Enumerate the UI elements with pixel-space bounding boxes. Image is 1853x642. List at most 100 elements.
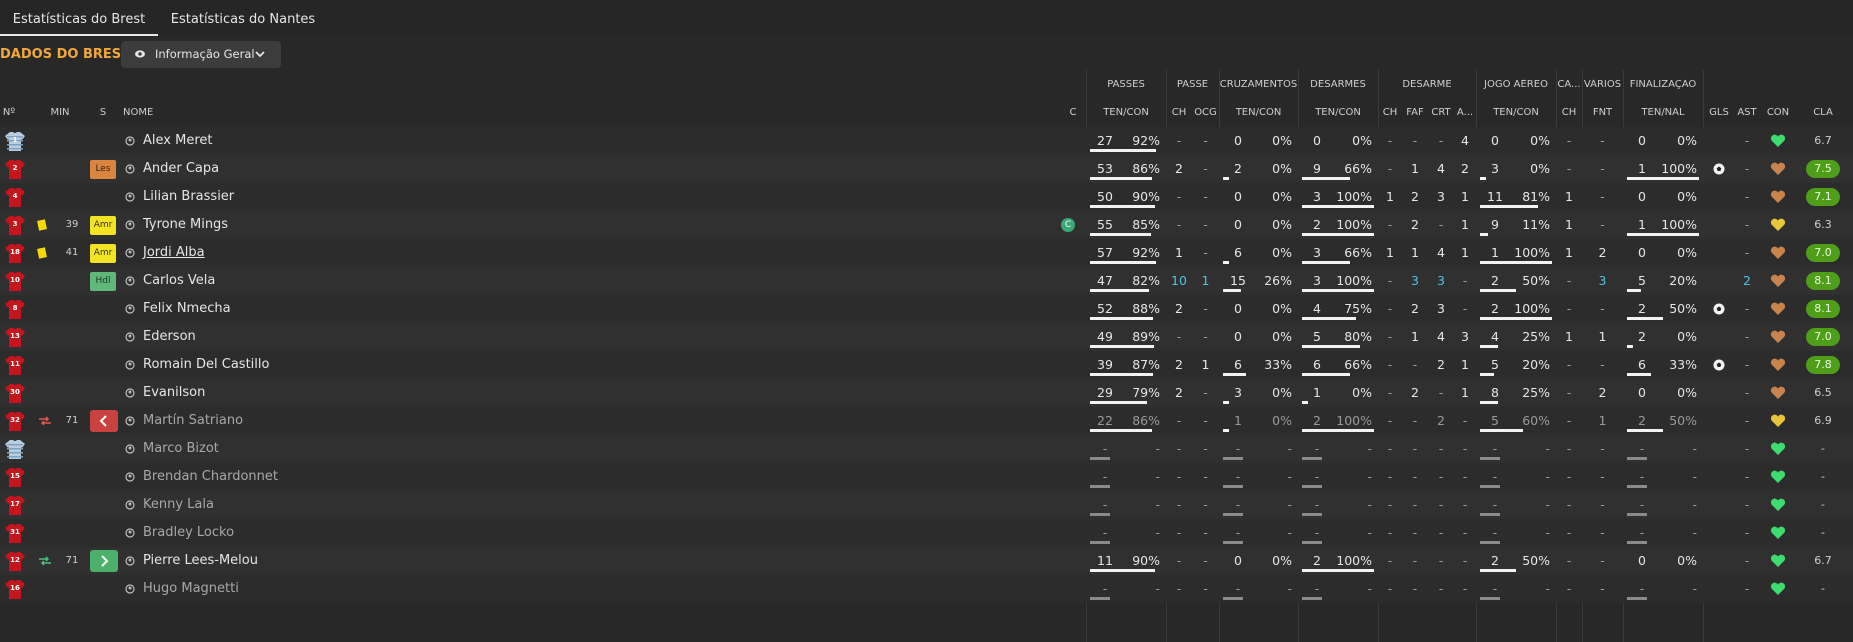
table-row[interactable]: 30 Evanilson 29 79% 3 0% 1 0% 8 25% 0 0% 2 - - 2 - 1 - 2 - 6.… xyxy=(0,379,1853,407)
stat-passes: 52 88% xyxy=(1086,295,1166,323)
table-row[interactable]: 8 Felix Nmecha 52 88% 0 0% 4 75% 2 100% 2 50% 2 - - 2 3 -… xyxy=(0,295,1853,323)
col-header-des-crt[interactable]: CRT xyxy=(1428,107,1454,118)
tab-brest-stats[interactable]: Estatísticas do Brest xyxy=(0,0,158,36)
col-header-desarmes-ten-con[interactable]: TEN/CON xyxy=(1298,107,1378,118)
stat-a: - xyxy=(1462,301,1468,316)
stat-cruz-pct: - xyxy=(1287,525,1292,540)
table-row[interactable]: 10 Hdl Carlos Vela 47 82% 15 26% 3 100% 2 50% 5 20% 1… xyxy=(0,267,1853,295)
player-name[interactable]: Romain Del Castillo xyxy=(143,351,269,379)
stat-fin: 0 0% xyxy=(1623,239,1703,267)
col-header-s[interactable]: S xyxy=(96,107,110,118)
player-name[interactable]: Ander Capa xyxy=(143,155,219,183)
view-dropdown[interactable]: Informação Geral xyxy=(121,41,281,68)
table-row[interactable]: Marco Bizot - - - - - - - - - - - - - - - - - - - - xyxy=(0,435,1853,463)
col-header-cla[interactable]: CLA xyxy=(1806,107,1840,118)
col-header-nome[interactable]: NOME xyxy=(123,107,163,118)
stat-ch: - xyxy=(1387,413,1393,428)
stat-passe_ocg: - xyxy=(1203,525,1208,540)
person-icon xyxy=(125,164,135,174)
success-bar xyxy=(1627,541,1647,544)
stat-ca: - xyxy=(1566,525,1572,540)
player-name[interactable]: Evanilson xyxy=(143,379,205,407)
stat-fin-pct: 33% xyxy=(1669,357,1697,372)
sub-out-button[interactable] xyxy=(90,410,118,432)
table-row[interactable]: 12 71 Pierre Lees-Melou 11 90% 0 0% 2 100% 2 50% 0 0… xyxy=(0,547,1853,575)
col-header-c[interactable]: C xyxy=(1066,107,1080,118)
shirt-number: 10 xyxy=(10,276,20,284)
group-header-passe: PASSE xyxy=(1176,79,1209,90)
stat-faf: 3 xyxy=(1411,273,1419,288)
player-name[interactable]: Carlos Vela xyxy=(143,267,215,295)
player-name[interactable]: Martín Satriano xyxy=(143,407,243,435)
table-row[interactable]: 16 Hugo Magnetti - - - - - - - - - - - - - - - - - - - - xyxy=(0,575,1853,603)
person-icon xyxy=(125,416,135,426)
stat-fin-pct: 0% xyxy=(1677,553,1697,568)
player-name[interactable]: Kenny Lala xyxy=(143,491,214,519)
col-header-passes-ten-con[interactable]: TEN/CON xyxy=(1086,107,1166,118)
table-row[interactable]: 2 Les Ander Capa 53 86% 2 0% 9 66% 3 0% 1 100% 2- -1 4 2… xyxy=(0,155,1853,183)
col-header-con[interactable]: CON xyxy=(1762,107,1794,118)
rating-badge: 7.1 xyxy=(1806,188,1840,206)
success-bar xyxy=(1480,205,1538,208)
stat-a: - xyxy=(1462,273,1468,288)
stat-aer-pct: 25% xyxy=(1522,329,1550,344)
col-header-gls[interactable]: GLS xyxy=(1706,107,1732,118)
player-name[interactable]: Pierre Lees-Melou xyxy=(143,547,258,575)
player-name[interactable]: Lilian Brassier xyxy=(143,183,234,211)
col-header-ca-ch[interactable]: CH xyxy=(1556,107,1582,118)
player-name[interactable]: Alex Meret xyxy=(143,127,212,155)
col-header-des-faf[interactable]: FAF xyxy=(1402,107,1428,118)
success-bar xyxy=(1223,177,1229,180)
player-name[interactable]: Ederson xyxy=(143,323,196,351)
rating-badge: 7.0 xyxy=(1806,328,1840,346)
table-row[interactable]: 17 Kenny Lala - - - - - - - - - - - - - - - - - - - - xyxy=(0,491,1853,519)
stat-cruz-pct: - xyxy=(1287,469,1292,484)
tab-nantes-stats[interactable]: Estatísticas do Nantes xyxy=(160,0,326,36)
player-name[interactable]: Tyrone Mings xyxy=(143,211,228,239)
success-bar xyxy=(1627,345,1633,348)
col-header-des-a[interactable]: A... xyxy=(1454,107,1476,118)
stat-fin-pct: 20% xyxy=(1669,273,1697,288)
table-row[interactable]: 4 Lilian Brassier 50 90% 0 0% 3 100% 11 81% 0 0% - -1… xyxy=(0,183,1853,211)
player-name[interactable]: Jordi Alba xyxy=(143,239,205,267)
table-row[interactable]: 18 41 Amr Jordi Alba 57 92% 6 0% 3 66% 1 100% 0 0% 1-1… xyxy=(0,239,1853,267)
stat-fin-pct: 0% xyxy=(1677,385,1697,400)
table-row[interactable]: 13 Ederson 49 89% 0 0% 5 80% 4 25% 2 0% - - - 1 4 3 1 1 - 7.0 xyxy=(0,323,1853,351)
stat-cruz-pct: 0% xyxy=(1272,133,1292,148)
table-row[interactable]: 11 Romain Del Castillo 39 87% 6 33% 6 66% 5 20% 6 3… xyxy=(0,351,1853,379)
tab-bar: Estatísticas do Brest Estatísticas do Na… xyxy=(0,0,1853,36)
col-header-des-ch[interactable]: CH xyxy=(1378,107,1402,118)
stat-a: 2 xyxy=(1461,161,1469,176)
stat-passes-pct: - xyxy=(1155,525,1160,540)
stat-ch: - xyxy=(1387,469,1393,484)
player-name[interactable]: Bradley Locko xyxy=(143,519,234,547)
player-name[interactable]: Hugo Magnetti xyxy=(143,575,239,603)
col-header-ast[interactable]: AST xyxy=(1734,107,1760,118)
col-header-min[interactable]: MIN xyxy=(48,107,72,118)
col-header-fin-ten-nal[interactable]: TEN/NAL xyxy=(1623,107,1703,118)
col-header-number[interactable]: Nº xyxy=(0,107,18,118)
col-header-aereo-ten-con[interactable]: TEN/CON xyxy=(1476,107,1556,118)
stat-fin-pct: - xyxy=(1692,497,1697,512)
table-row[interactable]: 1 Alex Meret 27 92% 0 0% 0 0% 0 0% 0 0% - - - - -4- - -6.7 xyxy=(0,127,1853,155)
stat-aer: 2 50% xyxy=(1476,267,1556,295)
stat-des: -- xyxy=(1298,575,1378,603)
col-header-fnt[interactable]: FNT xyxy=(1582,107,1623,118)
position-badge: Amr xyxy=(90,216,116,235)
player-name[interactable]: Felix Nmecha xyxy=(143,295,231,323)
sub-in-button[interactable] xyxy=(90,550,118,572)
stat-ch: - xyxy=(1387,133,1393,148)
table-row[interactable]: 31 Bradley Locko - - - - - - - - - - - - - - - - - - - - xyxy=(0,519,1853,547)
table-row[interactable]: 15 Brendan Chardonnet - - - - - - - - - - - - - - - - - - - - xyxy=(0,463,1853,491)
col-header-passe-ocg[interactable]: OCG xyxy=(1192,107,1219,118)
table-row[interactable]: 32 71 Martín Satriano 22 86% 1 0% 2 100% 5 60% 2 50%… xyxy=(0,407,1853,435)
col-header-passe-ch[interactable]: CH xyxy=(1166,107,1192,118)
col-header-cruz-ten-con[interactable]: TEN/CON xyxy=(1219,107,1298,118)
condition-heart-icon xyxy=(1770,386,1786,399)
stat-ast: 2 xyxy=(1743,273,1751,288)
person-icon xyxy=(125,136,135,146)
stat-ch: - xyxy=(1387,357,1393,372)
player-name[interactable]: Marco Bizot xyxy=(143,435,219,463)
player-name[interactable]: Brendan Chardonnet xyxy=(143,463,278,491)
table-row[interactable]: 3 39 Amr Tyrone Mings C 55 85% 0 0% 2 100% 9 11% 1 100… xyxy=(0,211,1853,239)
